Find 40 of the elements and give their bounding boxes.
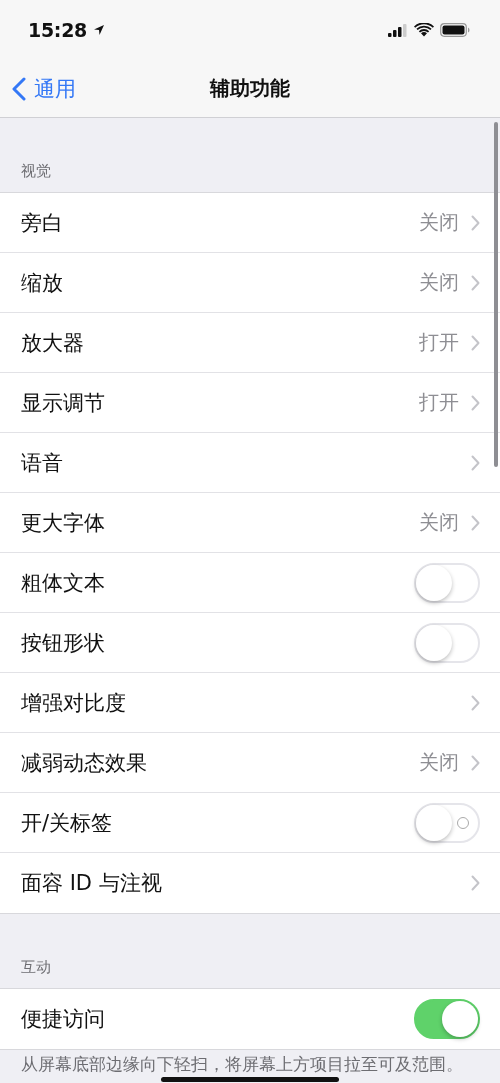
settings-row[interactable]: 语音 (0, 433, 500, 493)
signal-icon (388, 23, 408, 37)
status-time: 15:28 (28, 19, 87, 41)
settings-row[interactable]: 更大字体 关闭 (0, 493, 500, 553)
chevron-right-icon (471, 394, 480, 411)
section-header: 视觉 (20, 161, 52, 182)
back-button[interactable]: 通用 (12, 74, 76, 103)
row-label: 粗体文本 (21, 569, 105, 597)
section-footer: 从屏幕底部边缘向下轻扫，将屏幕上方项目拉至可及范围。 (0, 1050, 500, 1075)
chevron-right-icon (471, 454, 480, 471)
row-value: 关闭 (419, 509, 459, 536)
row-label: 开/关标签 (21, 809, 113, 837)
chevron-right-icon (471, 274, 480, 291)
location-arrow-icon (93, 24, 105, 36)
row-label: 便捷访问 (21, 1006, 105, 1033)
back-chevron-icon (12, 76, 26, 101)
chevron-right-icon (471, 214, 480, 231)
row-value: 关闭 (419, 749, 459, 776)
row-label: 按钮形状 (21, 629, 105, 657)
settings-row[interactable]: 放大器 打开 (0, 313, 500, 373)
row-value: 关闭 (419, 209, 459, 236)
chevron-right-icon (471, 694, 480, 711)
settings-row[interactable]: 减弱动态效果 关闭 (0, 733, 500, 793)
section-header: 互动 (20, 957, 52, 978)
chevron-right-icon (471, 334, 480, 351)
page-title: 辅助功能 (208, 75, 291, 102)
row-value: 打开 (419, 329, 459, 356)
row-value: 打开 (419, 389, 459, 416)
wifi-icon (414, 23, 434, 37)
settings-row[interactable]: 缩放 关闭 (0, 253, 500, 313)
settings-row[interactable]: 显示调节 打开 (0, 373, 500, 433)
settings-row[interactable]: 旁白 关闭 (0, 193, 500, 253)
battery-icon (440, 23, 470, 37)
settings-row[interactable]: 增强对比度 (0, 673, 500, 733)
settings-row[interactable]: 面容 ID 与注视 (0, 853, 500, 913)
chevron-right-icon (471, 514, 480, 531)
chevron-right-icon (471, 875, 480, 891)
chevron-right-icon (471, 754, 480, 771)
row-value: 关闭 (419, 269, 459, 296)
toggle-switch[interactable] (414, 999, 480, 1039)
